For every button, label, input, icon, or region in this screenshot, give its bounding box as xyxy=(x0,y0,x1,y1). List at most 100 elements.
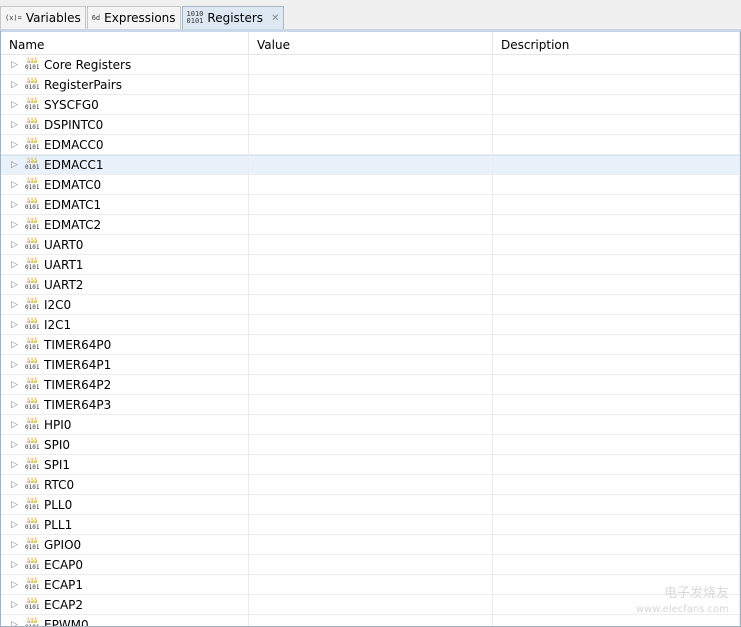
expand-arrow-icon[interactable]: ▷ xyxy=(11,80,19,90)
expand-arrow-icon[interactable]: ▷ xyxy=(11,580,19,590)
column-value[interactable]: Value xyxy=(249,32,493,54)
table-row[interactable]: ▷ååå0101HPI0 xyxy=(1,415,740,435)
table-row[interactable]: ▷ ååå0101 TIMER64P3 xyxy=(1,395,740,415)
expand-arrow-icon[interactable]: ▷ xyxy=(11,440,19,450)
expand-arrow-icon[interactable]: ▷ xyxy=(11,240,19,250)
tab-label: Variables xyxy=(26,11,81,25)
expand-arrow-icon[interactable]: ▷ xyxy=(11,160,19,170)
expand-arrow-icon[interactable]: ▷ xyxy=(11,300,19,310)
table-row[interactable]: ▷ååå0101ECAP2 xyxy=(1,595,740,615)
expand-arrow-icon[interactable]: ▷ xyxy=(11,100,19,110)
table-row[interactable]: ▷ååå0101ECAP0 xyxy=(1,555,740,575)
register-group-icon: ååå0101 xyxy=(25,279,39,291)
expand-arrow-icon[interactable]: ▷ xyxy=(11,360,19,370)
table-body: ▷ååå0101Core Registers▷ååå0101RegisterPa… xyxy=(1,55,740,627)
register-group-icon: ååå0101 xyxy=(25,539,39,551)
register-group-icon: ååå0101 xyxy=(25,299,39,311)
column-name[interactable]: Name xyxy=(1,32,249,54)
expand-arrow-icon[interactable]: ▷ xyxy=(11,420,19,430)
table-row[interactable]: ▷ååå0101EDMATC0 xyxy=(1,175,740,195)
name-cell: ▷ååå0101UART1 xyxy=(1,255,249,274)
table-row[interactable]: ▷ååå0101Core Registers xyxy=(1,55,740,75)
description-cell xyxy=(493,535,740,554)
table-row[interactable]: ▷ååå0101EPWM0 xyxy=(1,615,740,627)
description-cell xyxy=(493,75,740,94)
description-cell xyxy=(493,235,740,254)
table-row[interactable]: ▷ååå0101TIMER64P0 xyxy=(1,335,740,355)
table-row[interactable]: ▷ååå0101TIMER64P1 xyxy=(1,355,740,375)
description-cell xyxy=(493,295,740,314)
table-row[interactable]: ▷ååå0101EDMACC1 xyxy=(1,155,740,175)
name-cell: ▷ååå0101SPI0 xyxy=(1,435,249,454)
description-cell xyxy=(493,95,740,114)
table-row[interactable]: ▷ ååå0101 GPIO0 xyxy=(1,535,740,555)
table-row[interactable]: ▷ååå0101EDMACC0 xyxy=(1,135,740,155)
value-cell xyxy=(249,435,493,454)
expand-arrow-icon[interactable]: ▷ xyxy=(11,200,19,210)
value-cell xyxy=(249,175,493,194)
expand-arrow-icon[interactable]: ▷ xyxy=(11,600,19,610)
description-cell xyxy=(493,55,740,74)
register-group-icon: ååå0101 xyxy=(25,199,39,211)
close-icon[interactable]: ✕ xyxy=(271,13,279,24)
table-row[interactable]: ▷ååå0101SYSCFG0 xyxy=(1,95,740,115)
expand-arrow-icon[interactable]: ▷ xyxy=(11,540,19,550)
table-row[interactable]: ▷ååå0101I2C0 xyxy=(1,295,740,315)
value-cell xyxy=(249,495,493,514)
register-group-icon: ååå0101 xyxy=(25,239,39,251)
table-row[interactable]: ▷ååå0101UART2 xyxy=(1,275,740,295)
tab-expressions[interactable]: 6dExpressions xyxy=(87,6,181,29)
name-cell: ▷ååå0101EPWM0 xyxy=(1,615,249,627)
name-cell: ▷ååå0101UART2 xyxy=(1,275,249,294)
table-row[interactable]: ▷ååå0101EDMATC1 xyxy=(1,195,740,215)
table-row[interactable]: ▷ååå0101RTC0 xyxy=(1,475,740,495)
table-row[interactable]: ▷ååå0101PLL1 xyxy=(1,515,740,535)
expand-arrow-icon[interactable]: ▷ xyxy=(11,520,19,530)
description-cell xyxy=(493,275,740,294)
register-group-icon: ååå0101 xyxy=(25,399,39,411)
register-group-icon: ååå0101 xyxy=(25,79,39,91)
expand-arrow-icon[interactable]: ▷ xyxy=(11,280,19,290)
expand-arrow-icon[interactable]: ▷ xyxy=(11,140,19,150)
expand-arrow-icon[interactable]: ▷ xyxy=(11,120,19,130)
register-name: EDMACC0 xyxy=(44,138,104,152)
expand-arrow-icon[interactable]: ▷ xyxy=(11,320,19,330)
table-row[interactable]: ▷ååå0101I2C1 xyxy=(1,315,740,335)
table-row[interactable]: ▷ååå0101EDMATC2 xyxy=(1,215,740,235)
expand-arrow-icon[interactable]: ▷ xyxy=(11,260,19,270)
table-row[interactable]: ▷ååå0101SPI1 xyxy=(1,455,740,475)
expand-arrow-icon[interactable]: ▷ xyxy=(11,60,19,70)
register-name: TIMER64P3 xyxy=(44,398,111,412)
table-row[interactable]: ▷ååå0101UART0 xyxy=(1,235,740,255)
table-row[interactable]: ▷ååå0101PLL0 xyxy=(1,495,740,515)
expand-arrow-icon[interactable]: ▷ xyxy=(11,480,19,490)
table-row[interactable]: ▷ååå0101UART1 xyxy=(1,255,740,275)
expand-arrow-icon[interactable]: ▷ xyxy=(11,400,19,410)
description-cell xyxy=(493,515,740,534)
expand-arrow-icon[interactable]: ▷ xyxy=(11,560,19,570)
name-cell: ▷ååå0101TIMER64P1 xyxy=(1,355,249,374)
name-cell: ▷ååå0101RTC0 xyxy=(1,475,249,494)
expand-arrow-icon[interactable]: ▷ xyxy=(11,340,19,350)
value-cell xyxy=(249,395,493,414)
table-row[interactable]: ▷ååå0101RegisterPairs xyxy=(1,75,740,95)
table-row[interactable]: ▷ååå0101SPI0 xyxy=(1,435,740,455)
value-cell xyxy=(249,475,493,494)
table-row[interactable]: ▷ååå0101DSPINTC0 xyxy=(1,115,740,135)
expand-arrow-icon[interactable]: ▷ xyxy=(11,500,19,510)
table-row[interactable]: ▷ååå0101ECAP1 xyxy=(1,575,740,595)
name-cell: ▷ååå0101ECAP2 xyxy=(1,595,249,614)
tab-registers[interactable]: 1010 0101Registers✕ xyxy=(182,6,285,29)
expand-arrow-icon[interactable]: ▷ xyxy=(11,380,19,390)
description-cell xyxy=(493,115,740,134)
value-cell xyxy=(249,235,493,254)
column-description[interactable]: Description xyxy=(493,32,740,54)
value-cell xyxy=(249,515,493,534)
description-cell xyxy=(493,555,740,574)
expand-arrow-icon[interactable]: ▷ xyxy=(11,180,19,190)
register-name: GPIO0 xyxy=(44,538,81,552)
expand-arrow-icon[interactable]: ▷ xyxy=(11,220,19,230)
tab-variables[interactable]: (x)=Variables xyxy=(0,6,86,29)
table-row[interactable]: ▷ååå0101TIMER64P2 xyxy=(1,375,740,395)
expand-arrow-icon[interactable]: ▷ xyxy=(11,460,19,470)
